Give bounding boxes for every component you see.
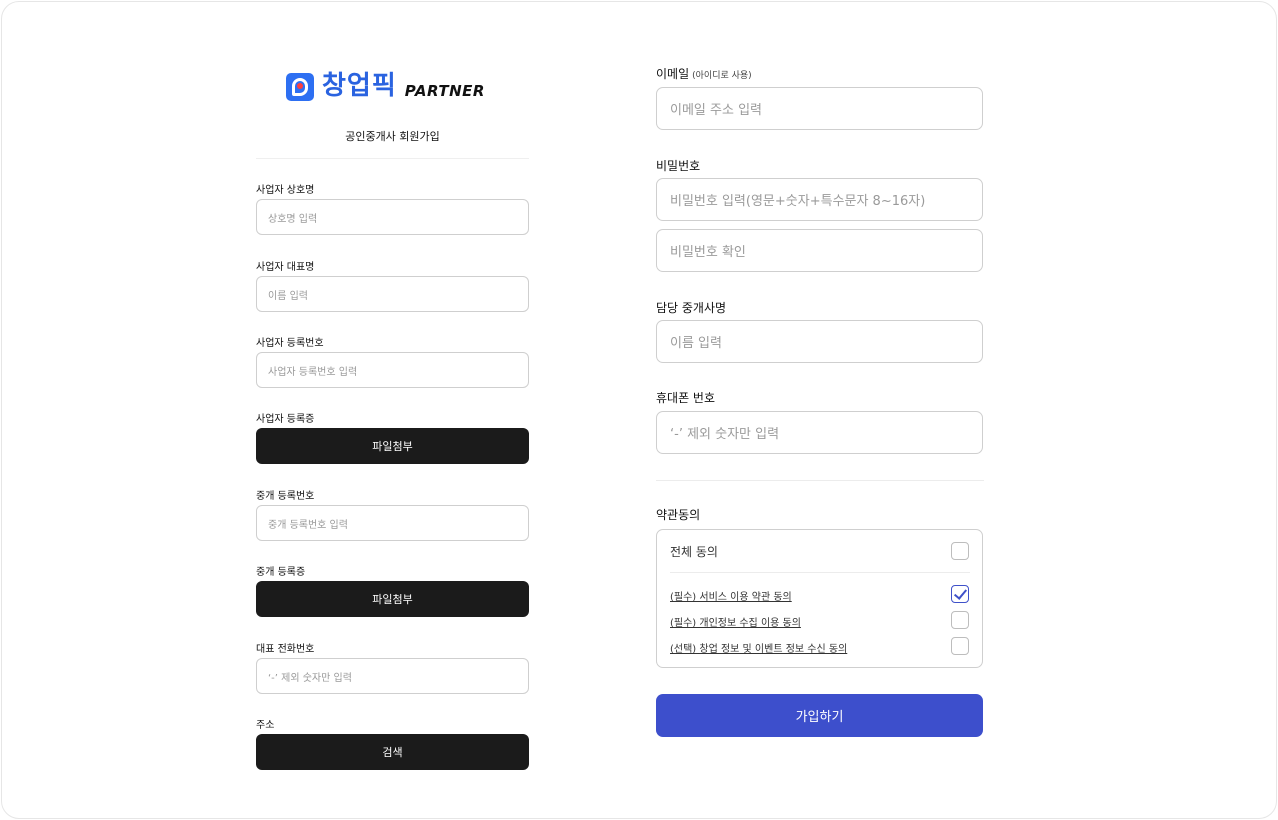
business-cert-attach-button[interactable]: 파일첨부 <box>256 428 529 464</box>
business-number-label: 사업자 등록번호 <box>256 338 324 349</box>
agent-name-input[interactable]: 이름 입력 <box>656 320 983 363</box>
terms-box: 전체 동의 (필수) 서비스 이용 약관 동의 (필수) 개인정보 수집 이용 … <box>656 529 983 668</box>
representative-label: 사업자 대표명 <box>256 262 315 273</box>
signup-submit-button[interactable]: 가입하기 <box>656 694 983 737</box>
email-hint: (아이디로 사용) <box>692 71 752 81</box>
agent-name-label: 담당 중개사명 <box>656 301 727 315</box>
terms-divider <box>670 572 970 573</box>
left-divider <box>256 158 529 159</box>
password-input[interactable]: 비밀번호 입력(영문+숫자+특수문자 8~16자) <box>656 178 983 221</box>
broker-cert-attach-button[interactable]: 파일첨부 <box>256 581 529 617</box>
terms-all-checkbox[interactable] <box>951 542 969 560</box>
brand-logo: 창업픽 PARTNER <box>286 70 485 102</box>
address-search-button[interactable]: 검색 <box>256 734 529 770</box>
term-marketing-label[interactable]: (선택) 창업 정보 및 이벤트 정보 수신 동의 <box>670 640 847 655</box>
business-number-input[interactable]: 사업자 등록번호 입력 <box>256 352 529 388</box>
brand-name-ko: 창업픽 <box>322 71 397 101</box>
password-confirm-input[interactable]: 비밀번호 확인 <box>656 229 983 272</box>
right-divider <box>656 480 984 481</box>
signup-card <box>1 1 1277 819</box>
term-service-checkbox[interactable] <box>951 585 969 603</box>
business-cert-label: 사업자 등록증 <box>256 414 315 425</box>
company-name-input[interactable]: 상호명 입력 <box>256 199 529 235</box>
logo-p-icon <box>286 73 314 101</box>
address-label: 주소 <box>256 720 275 731</box>
email-label: 이메일 (아이디로 사용) <box>656 65 752 82</box>
term-privacy-label[interactable]: (필수) 개인정보 수집 이용 동의 <box>670 614 801 629</box>
password-label: 비밀번호 <box>656 159 701 173</box>
term-service-label[interactable]: (필수) 서비스 이용 약관 동의 <box>670 588 792 603</box>
company-name-label: 사업자 상호명 <box>256 185 315 196</box>
broker-number-input[interactable]: 중개 등록번호 입력 <box>256 505 529 541</box>
page-title: 공인중개사 회원가입 <box>345 130 440 143</box>
email-label-text: 이메일 <box>656 67 690 81</box>
broker-number-label: 중개 등록번호 <box>256 491 315 502</box>
terms-label: 약관동의 <box>656 508 701 522</box>
phone-label: 대표 전화번호 <box>256 644 315 655</box>
term-marketing-checkbox[interactable] <box>951 637 969 655</box>
term-privacy-checkbox[interactable] <box>951 611 969 629</box>
phone-input[interactable]: ‘-’ 제외 숫자만 입력 <box>256 658 529 694</box>
mobile-input[interactable]: ‘-’ 제외 숫자만 입력 <box>656 411 983 454</box>
brand-name-en: PARTNER <box>404 82 485 100</box>
mobile-label: 휴대폰 번호 <box>656 391 716 405</box>
email-input[interactable]: 이메일 주소 입력 <box>656 87 983 130</box>
broker-cert-label: 중개 등록증 <box>256 567 306 578</box>
representative-input[interactable]: 이름 입력 <box>256 276 529 312</box>
terms-all-label: 전체 동의 <box>670 545 718 559</box>
